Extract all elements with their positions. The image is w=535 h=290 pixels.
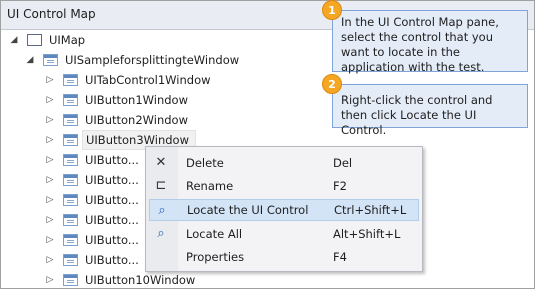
tree-node-label: UISampleforsplittingteWindow <box>65 53 240 67</box>
collapsed-arrow-icon[interactable]: ▷ <box>45 250 55 270</box>
collapsed-arrow-icon[interactable]: ▷ <box>45 190 55 210</box>
collapsed-arrow-icon[interactable]: ▷ <box>45 270 55 290</box>
window-icon <box>63 214 78 226</box>
window-icon <box>43 54 58 66</box>
rename-icon: ⊏ <box>155 178 167 193</box>
tree-node-label: UIButto... <box>85 253 139 267</box>
tree-node-label: UIButto... <box>85 153 139 167</box>
window-icon <box>63 194 78 206</box>
map-icon <box>27 34 42 46</box>
callout-text: In the UI Control Map pane, select the c… <box>341 15 499 74</box>
menu-item-label: Delete <box>186 156 224 170</box>
menu-item-locate-all[interactable]: ⌕ Locate All Alt+Shift+L <box>149 223 419 245</box>
tree-node-label: UIButto... <box>85 233 139 247</box>
tree-node-label: UIButton1Window <box>85 93 188 107</box>
collapsed-arrow-icon[interactable]: ▷ <box>45 130 55 150</box>
tree-node-label: UIButton10Window <box>85 273 196 287</box>
window-icon <box>63 74 78 86</box>
expanded-arrow-icon[interactable]: ◢ <box>9 30 19 50</box>
collapsed-arrow-icon[interactable]: ▷ <box>45 90 55 110</box>
locate-all-icon: ⌕ <box>157 226 165 241</box>
pane-title: UI Control Map <box>7 7 96 21</box>
collapsed-arrow-icon[interactable]: ▷ <box>45 170 55 190</box>
window-icon <box>63 174 78 186</box>
expanded-arrow-icon[interactable]: ◢ <box>25 50 35 70</box>
window-icon <box>63 254 78 266</box>
menu-item-shortcut: Del <box>333 156 353 170</box>
menu-item-properties[interactable]: Properties F4 <box>149 246 419 268</box>
context-menu: ✕ Delete Del ⊏ Rename F2 ⌕ Locate the UI… <box>145 146 423 272</box>
menu-item-label: Properties <box>186 250 245 264</box>
tree-node-label: UIButto... <box>85 193 139 207</box>
tree-node-label: UIButto... <box>85 173 139 187</box>
tree-node-label: UIButton2Window <box>85 113 188 127</box>
delete-icon: ✕ <box>155 155 167 170</box>
collapsed-arrow-icon[interactable]: ▷ <box>45 230 55 250</box>
window-icon <box>63 114 78 126</box>
menu-item-shortcut: Ctrl+Shift+L <box>334 203 407 217</box>
locate-control-icon: ⌕ <box>158 203 166 218</box>
collapsed-arrow-icon[interactable]: ▷ <box>45 210 55 230</box>
collapsed-arrow-icon[interactable]: ▷ <box>45 110 55 130</box>
menu-item-label: Locate the UI Control <box>187 203 309 217</box>
window-icon <box>63 274 78 286</box>
menu-item-shortcut: F2 <box>333 179 347 193</box>
tree-node-label: UIMap <box>49 33 86 47</box>
callout-step-2: Right-click the control and then click L… <box>332 84 528 137</box>
menu-item-label: Locate All <box>186 227 243 241</box>
tree-node-label: UIButto... <box>85 213 139 227</box>
menu-item-label: Rename <box>186 179 234 193</box>
window-icon <box>63 234 78 246</box>
window-icon <box>63 154 78 166</box>
window-icon <box>63 134 78 146</box>
menu-item-locate-ui-control[interactable]: ⌕ Locate the UI Control Ctrl+Shift+L <box>149 199 419 221</box>
tree-node-label: UITabControl1Window <box>85 73 211 87</box>
step-number-badge: 1 <box>322 0 342 20</box>
menu-item-rename[interactable]: ⊏ Rename F2 <box>149 175 419 197</box>
menu-item-shortcut: F4 <box>333 250 347 264</box>
collapsed-arrow-icon[interactable]: ▷ <box>45 70 55 90</box>
menu-item-shortcut: Alt+Shift+L <box>333 227 401 241</box>
window-icon <box>63 94 78 106</box>
menu-item-delete[interactable]: ✕ Delete Del <box>149 152 419 174</box>
step-number-badge: 2 <box>322 74 342 94</box>
callout-step-1: In the UI Control Map pane, select the c… <box>332 10 528 74</box>
collapsed-arrow-icon[interactable]: ▷ <box>45 150 55 170</box>
